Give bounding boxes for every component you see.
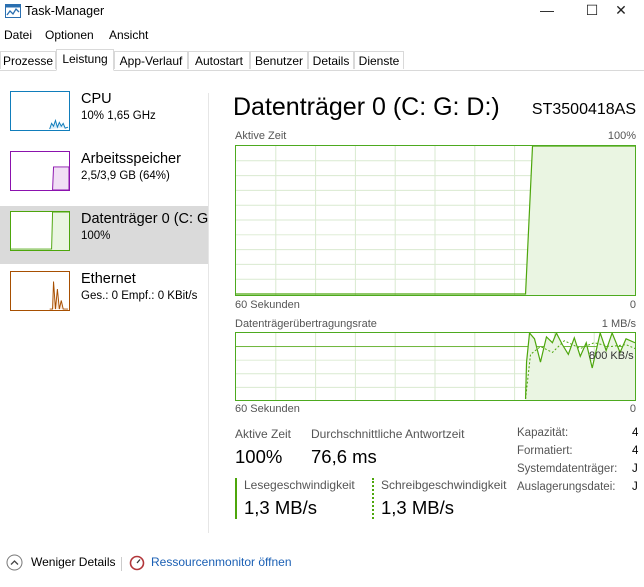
sidebar-item-disk[interactable]: Datenträger 0 (C: G: D:) 100% (0, 206, 208, 264)
graph2-min-label: 0 (629, 403, 636, 415)
disk-thumbnail (10, 211, 70, 251)
sidebar-divider (208, 93, 209, 533)
memory-thumbnail (10, 151, 70, 191)
tab-autostart[interactable]: Autostart (188, 51, 250, 69)
tab-leistung[interactable]: Leistung (56, 49, 114, 71)
menu-ansicht[interactable]: Ansicht (109, 28, 148, 42)
fewer-details-button[interactable]: Weniger Details (5, 553, 125, 573)
sidebar-item-ethernet[interactable]: Ethernet Ges.: 0 Empf.: 0 KBit/s (0, 266, 208, 324)
footer-bar: Weniger Details Ressourcenmonitor öffnen (0, 548, 644, 578)
footer-divider (121, 557, 122, 571)
resource-sidebar: CPU 10% 1,65 GHz Arbeitsspeicher 2,5/3,9… (0, 86, 208, 536)
menu-datei[interactable]: Datei (4, 28, 32, 42)
close-button[interactable]: ✕ (598, 0, 644, 22)
formatted-value: 4 (632, 445, 639, 457)
tab-details[interactable]: Details (308, 51, 354, 69)
read-speed-value: 1,3 MB/s (244, 497, 317, 518)
tab-app-verlauf[interactable]: App-Verlauf (114, 51, 188, 69)
window-title: Task-Manager (25, 4, 105, 18)
active-time-graph-max: 100% (607, 130, 636, 142)
active-time-graph (235, 145, 636, 296)
read-speed-label: Lesegeschwindigkeit (244, 478, 355, 492)
ethernet-thumbnail (10, 271, 70, 311)
minimize-icon: — (540, 2, 554, 18)
transfer-graph-label: Datenträgerübertragungsrate (235, 318, 377, 330)
title-bar: Task-Manager — ☐ ✕ (0, 0, 644, 22)
response-time-value: 76,6 ms (311, 446, 377, 467)
disk-model: ST3500418AS (531, 101, 636, 118)
sidebar-item-value: 2,5/3,9 GB (64%) (81, 170, 170, 182)
tab-prozesse[interactable]: Prozesse (0, 51, 56, 69)
minimize-button[interactable]: — (524, 0, 570, 22)
menu-optionen[interactable]: Optionen (45, 28, 94, 42)
system-disk-value: J (632, 463, 638, 475)
transfer-graph-max: 1 MB/s (601, 318, 636, 330)
capacity-label: Kapazität: (517, 427, 569, 439)
fewer-details-label: Weniger Details (31, 555, 116, 569)
pagefile-label: Auslagerungsdatei: (517, 481, 616, 493)
read-speed-indicator (235, 478, 237, 519)
write-speed-indicator (372, 478, 374, 519)
tab-bar: Prozesse Leistung App-Verlauf Autostart … (0, 49, 644, 71)
write-speed-label: Schreibgeschwindigkeit (381, 478, 507, 492)
sidebar-item-label: Ethernet (81, 271, 136, 287)
system-disk-label: Systemdatenträger: (517, 463, 618, 475)
sidebar-item-memory[interactable]: Arbeitsspeicher 2,5/3,9 GB (64%) (0, 146, 208, 204)
transfer-rate-graph (235, 332, 636, 401)
active-time-label: Aktive Zeit (235, 427, 292, 441)
sidebar-item-label: Datenträger 0 (C: G: D:) (81, 211, 208, 227)
graph2-time-label: 60 Sekunden (235, 403, 300, 415)
graph1-time-label: 60 Sekunden (235, 299, 300, 311)
chevron-up-icon (6, 554, 23, 571)
sidebar-item-label: Arbeitsspeicher (81, 151, 181, 167)
sidebar-item-label: CPU (81, 91, 112, 107)
transfer-marker-label: 800 KB/s (589, 350, 634, 362)
tab-benutzer[interactable]: Benutzer (250, 51, 308, 69)
sidebar-item-value: 10% 1,65 GHz (81, 110, 156, 122)
pagefile-value: J (632, 481, 638, 493)
task-manager-icon (5, 4, 21, 18)
maximize-icon: ☐ (585, 2, 599, 18)
active-time-value: 100% (235, 446, 283, 467)
sidebar-item-value: 100% (81, 230, 111, 242)
sidebar-item-cpu[interactable]: CPU 10% 1,65 GHz (0, 86, 208, 144)
cpu-thumbnail (10, 91, 70, 131)
formatted-label: Formatiert: (517, 445, 573, 457)
tab-dienste[interactable]: Dienste (354, 51, 404, 69)
capacity-value: 4 (632, 427, 639, 439)
resource-monitor-icon (129, 555, 145, 571)
resource-monitor-link[interactable]: Ressourcenmonitor öffnen (129, 553, 299, 573)
active-time-graph-label: Aktive Zeit (235, 130, 287, 142)
sidebar-item-value: Ges.: 0 Empf.: 0 KBit/s (81, 290, 198, 302)
graph1-min-label: 0 (629, 299, 636, 311)
write-speed-value: 1,3 MB/s (381, 497, 454, 518)
close-icon: ✕ (615, 2, 627, 18)
response-time-label: Durchschnittliche Antwortzeit (311, 427, 465, 441)
resource-monitor-label: Ressourcenmonitor öffnen (151, 555, 292, 569)
page-title: Datenträger 0 (C: G: D:) (233, 93, 500, 121)
